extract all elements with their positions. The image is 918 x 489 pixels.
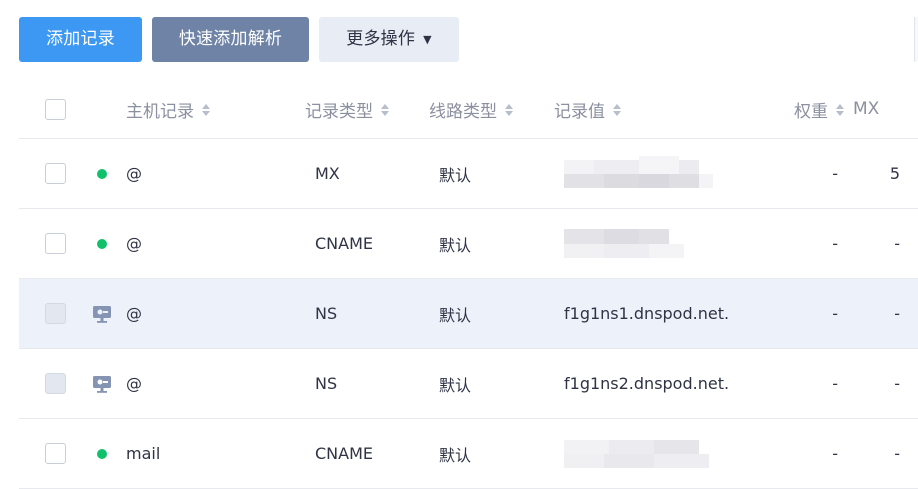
header-line-label: 线路类型 xyxy=(429,101,497,122)
row-checkbox[interactable] xyxy=(45,233,66,254)
type-cell: CNAME xyxy=(305,208,429,279)
row-select-cell xyxy=(19,208,89,279)
status-cell xyxy=(89,208,126,279)
weight-cell: - xyxy=(781,418,848,489)
redacted-value-mosaic xyxy=(564,155,714,192)
header-value[interactable]: 记录值 xyxy=(554,80,781,139)
sort-icon[interactable] xyxy=(836,103,844,116)
line-cell: 默认 xyxy=(429,138,554,209)
value-cell xyxy=(554,418,781,489)
line-cell: 默认 xyxy=(429,278,554,349)
row-checkbox xyxy=(45,303,66,324)
table-header-row: 主机记录 记录类型 线路类型 记录值 权重 MX xyxy=(19,80,918,139)
sort-icon[interactable] xyxy=(505,103,513,116)
table-row[interactable]: @ MX 默认 - 5 xyxy=(19,138,918,209)
header-status-cell xyxy=(89,80,126,139)
redacted-value-mosaic xyxy=(564,436,714,472)
value-cell xyxy=(554,138,781,209)
host-cell: @ xyxy=(126,348,305,419)
host-cell: @ xyxy=(126,138,305,209)
weight-cell: - xyxy=(781,278,848,349)
mx-cell: - xyxy=(848,278,918,349)
status-cell xyxy=(89,348,126,419)
redacted-value-mosaic xyxy=(564,227,689,261)
header-type[interactable]: 记录类型 xyxy=(305,80,429,139)
toolbar-edge-control[interactable] xyxy=(914,17,918,62)
type-cell: CNAME xyxy=(305,418,429,489)
type-cell: NS xyxy=(305,278,429,349)
line-cell: 默认 xyxy=(429,208,554,279)
table-row[interactable]: mail CNAME 默认 - - xyxy=(19,418,918,489)
table-row[interactable]: @ NS 默认 f1g1ns2.dnspod.net. - - xyxy=(19,348,918,419)
system-record-icon xyxy=(93,376,111,394)
type-cell: MX xyxy=(305,138,429,209)
header-select-cell xyxy=(19,80,89,139)
row-select-cell xyxy=(19,348,89,419)
weight-cell: - xyxy=(781,138,848,209)
value-cell xyxy=(554,208,781,279)
header-weight[interactable]: 权重 xyxy=(781,80,848,139)
table-row[interactable]: @ CNAME 默认 - - xyxy=(19,208,918,279)
more-actions-button[interactable]: 更多操作 ▼ xyxy=(319,17,459,62)
system-record-icon xyxy=(93,306,111,324)
row-checkbox xyxy=(45,373,66,394)
row-checkbox[interactable] xyxy=(45,443,66,464)
more-actions-label: 更多操作 xyxy=(346,29,416,49)
header-value-label: 记录值 xyxy=(554,101,605,122)
status-enabled-icon xyxy=(97,239,107,249)
mx-cell: - xyxy=(848,418,918,489)
sort-icon[interactable] xyxy=(202,103,210,116)
header-mx: MX xyxy=(848,80,918,139)
host-cell: mail xyxy=(126,418,305,489)
row-checkbox[interactable] xyxy=(45,163,66,184)
row-select-cell xyxy=(19,278,89,349)
toolbar: 添加记录 快速添加解析 更多操作 ▼ xyxy=(0,0,918,80)
status-cell xyxy=(89,138,126,209)
select-all-checkbox[interactable] xyxy=(45,98,66,120)
row-select-cell xyxy=(19,138,89,209)
status-cell xyxy=(89,278,126,349)
add-record-button[interactable]: 添加记录 xyxy=(19,17,142,62)
row-select-cell xyxy=(19,418,89,489)
value-cell: f1g1ns1.dnspod.net. xyxy=(554,278,781,349)
type-cell: NS xyxy=(305,348,429,419)
quick-add-resolution-button[interactable]: 快速添加解析 xyxy=(152,17,309,62)
host-cell: @ xyxy=(126,208,305,279)
line-cell: 默认 xyxy=(429,348,554,419)
caret-down-icon: ▼ xyxy=(423,33,432,46)
weight-cell: - xyxy=(781,208,848,279)
mx-cell: 5 xyxy=(848,138,918,209)
header-line[interactable]: 线路类型 xyxy=(429,80,554,139)
sort-icon[interactable] xyxy=(613,103,621,116)
status-enabled-icon xyxy=(97,169,107,179)
sort-icon[interactable] xyxy=(381,103,389,116)
weight-cell: - xyxy=(781,348,848,419)
header-weight-label: 权重 xyxy=(794,101,828,122)
mx-cell: - xyxy=(848,208,918,279)
value-cell: f1g1ns2.dnspod.net. xyxy=(554,348,781,419)
header-type-label: 记录类型 xyxy=(305,101,373,122)
line-cell: 默认 xyxy=(429,418,554,489)
status-enabled-icon xyxy=(97,449,107,459)
header-host-label: 主机记录 xyxy=(126,101,194,122)
mx-cell: - xyxy=(848,348,918,419)
host-cell: @ xyxy=(126,278,305,349)
status-cell xyxy=(89,418,126,489)
header-host[interactable]: 主机记录 xyxy=(126,80,305,139)
header-mx-label: MX xyxy=(853,99,880,119)
table-row[interactable]: @ NS 默认 f1g1ns1.dnspod.net. - - xyxy=(19,278,918,349)
dns-records-table: 主机记录 记录类型 线路类型 记录值 权重 MX @ MX 默认 - 5 @ C… xyxy=(19,80,918,489)
